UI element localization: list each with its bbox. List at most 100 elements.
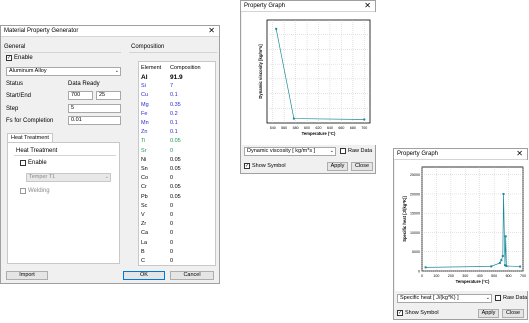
composition-value[interactable]: 0.1 xyxy=(170,129,178,135)
chevron-down-icon: ⌄ xyxy=(114,68,119,74)
raw-data-checkbox[interactable] xyxy=(340,148,346,154)
step-value: 5 xyxy=(71,105,75,111)
title-bar[interactable]: Material Property Generator ✕ xyxy=(1,26,219,37)
fs-input[interactable]: 0.01 xyxy=(68,116,121,125)
data-point xyxy=(502,192,505,195)
check-icon: ✓ xyxy=(7,55,12,61)
composition-value[interactable]: 0 xyxy=(170,212,173,218)
window-title: Property Graph xyxy=(244,3,286,9)
import-button[interactable]: Import xyxy=(6,271,48,280)
tab-heat-treatment[interactable]: Heat Treatment xyxy=(7,133,53,142)
ok-button[interactable]: OK xyxy=(123,271,165,280)
composition-value[interactable]: 0.05 xyxy=(170,184,181,190)
composition-value[interactable]: 0.05 xyxy=(170,157,181,163)
enable-checkbox[interactable]: ✓ xyxy=(6,55,12,61)
close-button-label: Close xyxy=(505,310,521,316)
graph1-property-select[interactable]: Dynamic viscosity [ kg/m*s ] ⌄ xyxy=(244,147,336,156)
show-symbol-checkbox[interactable]: ✓ xyxy=(244,163,250,169)
material-select[interactable]: Aluminum Alloy ⌄ xyxy=(6,67,121,76)
x-tick-label: 700 xyxy=(361,126,367,130)
x-tick-label: 400 xyxy=(477,274,483,278)
x-tick-label: 560 xyxy=(281,126,287,130)
x-tick-label: 620 xyxy=(316,126,322,130)
composition-element: Ti xyxy=(141,138,146,145)
close-button[interactable]: Close xyxy=(351,162,373,171)
composition-value[interactable]: 0 xyxy=(170,249,173,255)
composition-value[interactable]: 0 xyxy=(170,258,173,264)
check-icon: ✓ xyxy=(245,163,250,169)
y-tick-label: 0 xyxy=(418,269,420,273)
composition-value[interactable]: 0 xyxy=(170,230,173,236)
data-point xyxy=(363,118,366,121)
composition-value[interactable]: 7 xyxy=(170,83,173,89)
composition-value[interactable]: 0 xyxy=(170,221,173,227)
start-end-label: Start/End xyxy=(6,93,32,99)
composition-value[interactable]: 0 xyxy=(170,175,173,181)
data-point xyxy=(424,266,427,269)
x-axis-label: Temperature (°C) xyxy=(456,279,490,284)
data-point xyxy=(504,235,507,238)
composition-element: Al xyxy=(141,74,148,81)
composition-element: Co xyxy=(141,175,149,182)
composition-value[interactable]: 0.05 xyxy=(170,166,181,172)
show-symbol-checkbox[interactable]: ✓ xyxy=(397,310,403,316)
property-value: Dynamic viscosity [ kg/m*s ] xyxy=(247,148,316,154)
composition-divider xyxy=(129,52,217,53)
close-button[interactable]: Close xyxy=(502,309,524,318)
cancel-button[interactable]: Cancel xyxy=(170,271,214,280)
composition-element: Sc xyxy=(141,202,148,209)
welding-label: Welding xyxy=(28,188,50,194)
composition-value[interactable]: 0.05 xyxy=(170,194,181,200)
end-value: 25 xyxy=(99,92,106,98)
close-button-label: Close xyxy=(354,163,370,169)
viscosity-chart: 540 560 580 600 620 640 660 680 700 Temperature (… xyxy=(242,12,376,145)
temper-select[interactable]: Temper T1 ⌄ xyxy=(26,173,111,182)
apply-button[interactable]: Apply xyxy=(327,162,348,171)
import-button-label: Import xyxy=(19,272,35,278)
x-tick-label: 200 xyxy=(448,274,454,278)
x-tick-label: 640 xyxy=(327,126,333,130)
title-bar[interactable]: Property Graph ✕ xyxy=(241,1,375,12)
composition-value[interactable]: 0.05 xyxy=(170,138,181,144)
composition-value[interactable]: 0.2 xyxy=(170,111,178,117)
step-label: Step xyxy=(6,106,19,112)
raw-data-checkbox[interactable] xyxy=(495,295,501,301)
apply-button[interactable]: Apply xyxy=(478,309,499,318)
close-icon[interactable]: ✕ xyxy=(516,149,523,159)
composition-value[interactable]: 0 xyxy=(170,148,173,154)
composition-value[interactable]: 0 xyxy=(170,240,173,246)
composition-heading: Composition xyxy=(131,44,165,50)
x-tick-label: 580 xyxy=(293,126,299,130)
x-tick-label: 680 xyxy=(350,126,356,130)
material-property-generator-window: Material Property Generator ✕ General ✓ … xyxy=(0,25,220,284)
column-header-composition: Composition xyxy=(170,65,201,71)
composition-value[interactable]: 0.35 xyxy=(170,102,181,108)
composition-table: Element Composition Al 91.9 Si 7 Cu 0.1 Mg 0.35… xyxy=(138,61,216,266)
y-tick-label: 15000 xyxy=(410,212,420,216)
composition-value[interactable]: 0 xyxy=(170,203,173,209)
graph2-property-select[interactable]: Specific heat [ J/(kg*K) ] ⌄ xyxy=(397,294,492,303)
welding-checkbox[interactable] xyxy=(20,188,26,194)
end-input[interactable]: 25 xyxy=(96,91,121,100)
data-point xyxy=(501,254,504,257)
status-label: Status xyxy=(6,81,24,87)
plot-area xyxy=(266,19,371,124)
composition-value[interactable]: 91.9 xyxy=(170,74,183,81)
close-icon[interactable]: ✕ xyxy=(208,26,215,36)
heat-enable-checkbox[interactable] xyxy=(20,160,26,166)
material-value: Aluminum Alloy xyxy=(9,68,47,74)
composition-element: La xyxy=(141,239,148,246)
close-icon[interactable]: ✕ xyxy=(364,1,371,11)
x-axis-label: Temperature (°C) xyxy=(302,131,336,136)
specific-heat-chart: 0 100 200 300 400 500 600 700 0 5000 10000 15000 200… xyxy=(395,160,528,291)
window-title: Property Graph xyxy=(397,151,439,157)
composition-element: Mg xyxy=(141,101,149,108)
title-bar[interactable]: Property Graph ✕ xyxy=(394,149,527,160)
composition-value[interactable]: 0.1 xyxy=(170,92,178,98)
composition-value[interactable]: 0.1 xyxy=(170,120,178,126)
chevron-down-icon: ⌄ xyxy=(329,148,334,154)
show-symbol-label: Show Symbol xyxy=(405,310,439,316)
step-input[interactable]: 5 xyxy=(68,104,121,113)
start-input[interactable]: 700 xyxy=(68,91,93,100)
property-graph-window-1: Property Graph ✕ 540 560 580 600 620 640 660 68… xyxy=(240,0,376,174)
